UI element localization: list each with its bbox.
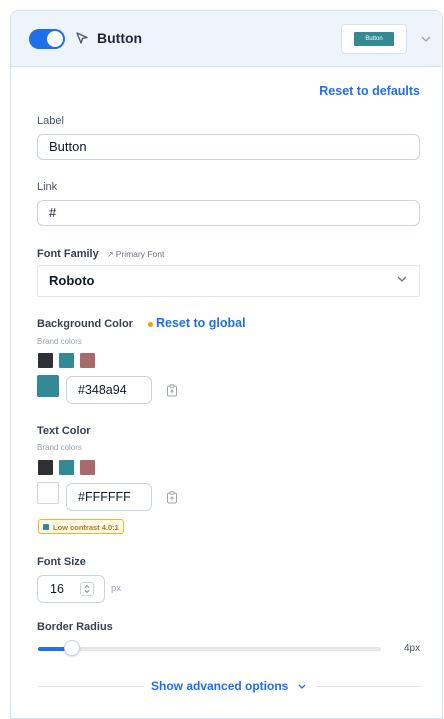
show-advanced-options-button[interactable]: Show advanced options [151, 679, 306, 693]
panel-header[interactable]: Button Button [11, 11, 442, 67]
font-size-unit: px [111, 583, 122, 594]
show-advanced-label: Show advanced options [151, 679, 289, 693]
primary-font-hint-text: Primary Font [115, 249, 165, 259]
text-color-hex-input[interactable]: #FFFFFF [66, 483, 152, 511]
bg-brand-swatch-rose[interactable] [80, 353, 95, 368]
font-family-value: Roboto [49, 273, 95, 288]
text-brand-swatch-teal[interactable] [59, 460, 74, 475]
bg-brand-colors-label: Brand colors [37, 337, 82, 346]
label-field-label: Label [37, 115, 64, 127]
font-size-value: 16 [50, 582, 64, 596]
border-radius-slider-thumb[interactable] [64, 640, 80, 656]
reset-to-global-link[interactable]: Reset to global [156, 316, 246, 330]
font-size-label: Font Size [37, 556, 86, 568]
stepper-arrows-icon[interactable] [80, 582, 94, 596]
primary-font-hint: ↗ Primary Font [107, 249, 164, 259]
bg-color-hex-input[interactable]: #348a94 [66, 376, 152, 404]
text-brand-colors-label: Brand colors [37, 443, 82, 452]
divider [38, 686, 144, 687]
text-brand-swatch-rose[interactable] [80, 460, 95, 475]
copy-clipboard-icon[interactable] [166, 491, 178, 504]
label-input[interactable]: Button [37, 134, 420, 160]
reset-defaults-link[interactable]: Reset to defaults [319, 84, 420, 98]
text-color-preview-swatch[interactable] [37, 482, 59, 504]
contrast-warning-text: Low contrast 4.0:1 [53, 523, 119, 532]
button-preview-label: Button [354, 32, 394, 46]
border-radius-value: 4px [404, 643, 421, 654]
bg-color-preview-swatch[interactable] [37, 375, 59, 397]
arrow-up-right-icon: ↗ [107, 250, 114, 259]
contrast-warning-badge: Low contrast 4.0:1 [38, 519, 124, 534]
modified-indicator [148, 322, 153, 327]
text-brand-swatch-dark[interactable] [38, 460, 53, 475]
chevron-down-icon[interactable] [421, 36, 431, 42]
font-family-select[interactable]: Roboto [37, 265, 420, 297]
copy-clipboard-icon[interactable] [166, 384, 178, 397]
chevron-down-icon [397, 276, 407, 282]
link-input[interactable]: # [37, 200, 420, 226]
toggle-knob [47, 31, 63, 47]
border-radius-slider-track[interactable] [38, 647, 381, 651]
button-settings-panel: Button Button Reset to defaults Label Bu… [10, 10, 443, 719]
chevron-down-icon [298, 684, 306, 690]
enable-toggle[interactable] [29, 29, 65, 49]
border-radius-label: Border Radius [37, 621, 113, 633]
button-preview: Button [341, 24, 407, 54]
bg-brand-swatch-dark[interactable] [38, 353, 53, 368]
panel-title: Button [97, 30, 143, 46]
background-color-label: Background Color [37, 318, 133, 330]
contrast-color-square [43, 524, 49, 530]
font-size-stepper[interactable]: 16 [37, 575, 105, 603]
text-color-label: Text Color [37, 425, 91, 437]
link-field-label: Link [37, 181, 58, 193]
font-family-label: Font Family [37, 248, 99, 260]
divider [316, 686, 422, 687]
bg-brand-swatch-teal[interactable] [59, 353, 74, 368]
cursor-arrow-icon [76, 32, 88, 44]
